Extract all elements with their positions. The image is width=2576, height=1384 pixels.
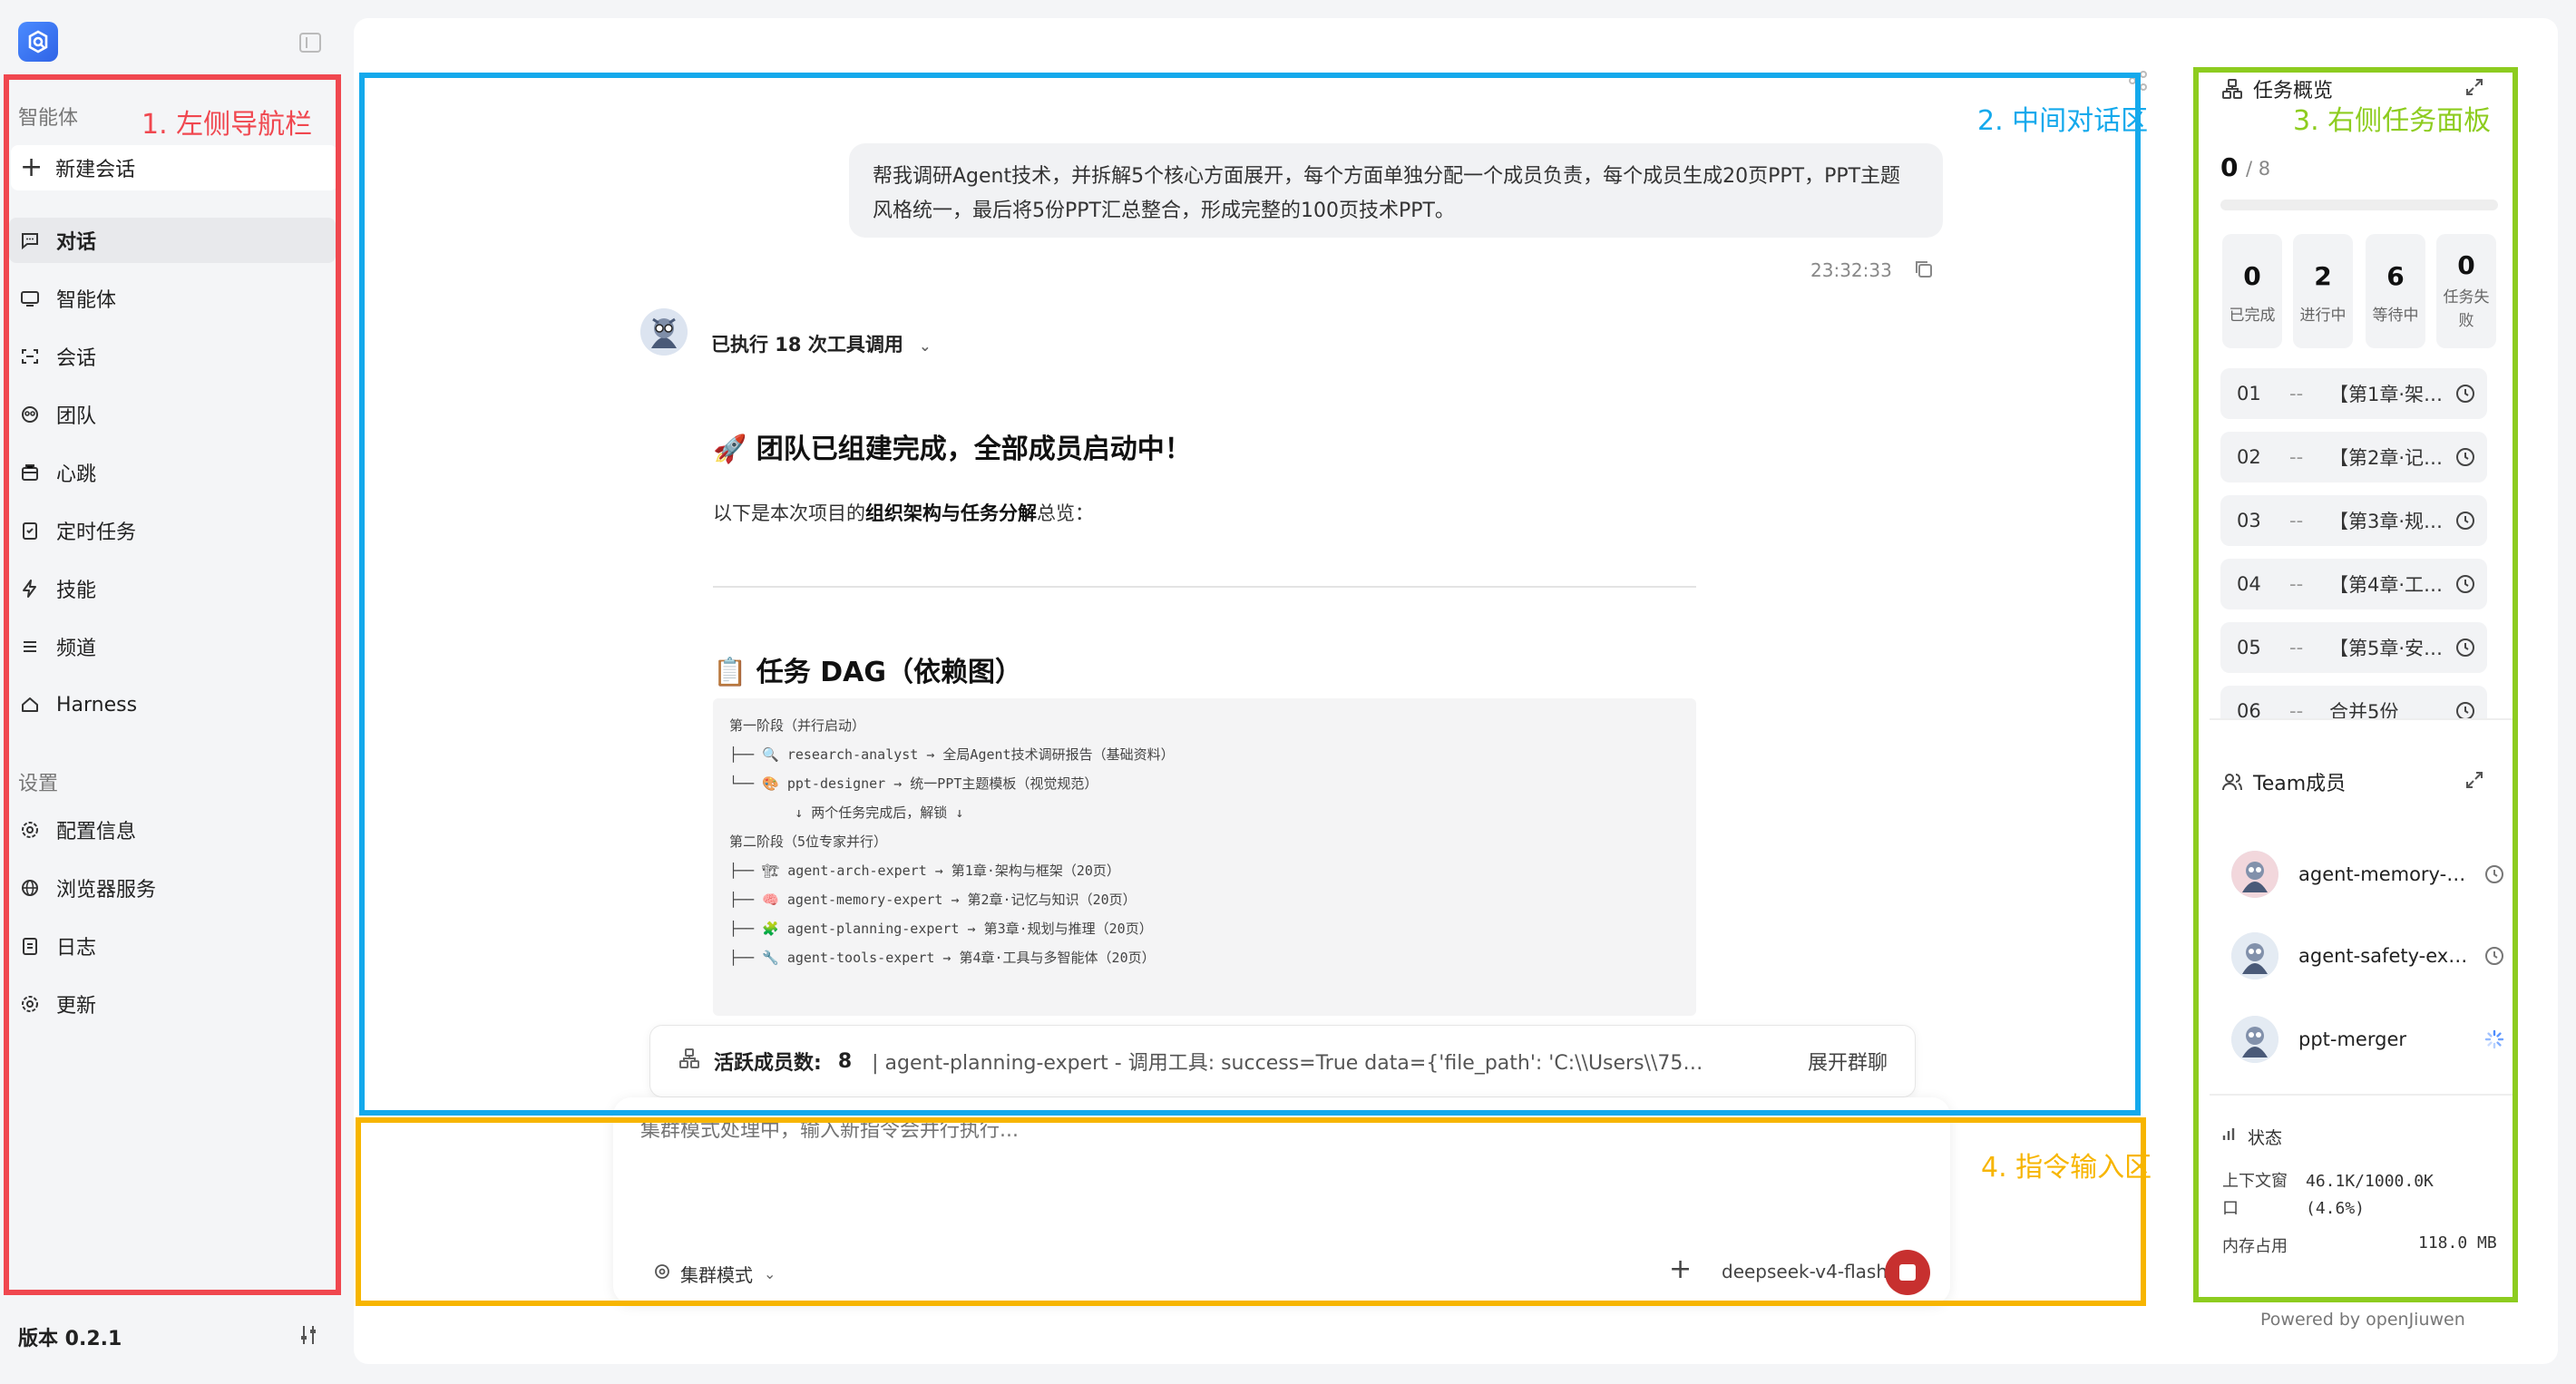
annotation-label-task-panel: 3. 右侧任务面板 bbox=[2293, 105, 2492, 137]
collapse-sidebar-icon[interactable] bbox=[299, 33, 321, 53]
sliders-icon[interactable] bbox=[296, 1322, 321, 1348]
version-label: 版本 0.2.1 bbox=[18, 1328, 122, 1350]
annotation-box-left-nav bbox=[4, 74, 341, 1295]
annotation-label-input-area: 4. 指令输入区 bbox=[1981, 1152, 2152, 1184]
annotation-box-task-panel bbox=[2193, 67, 2518, 1302]
annotation-label-left-nav: 1. 左侧导航栏 bbox=[141, 109, 313, 141]
annotation-label-chat-area: 2. 中间对话区 bbox=[1977, 105, 2149, 137]
powered-by-text: Powered by openJiuwen bbox=[2260, 1310, 2465, 1330]
app-logo bbox=[18, 22, 58, 62]
annotation-box-chat-area bbox=[359, 73, 2141, 1116]
annotation-box-input-area bbox=[356, 1117, 2146, 1306]
